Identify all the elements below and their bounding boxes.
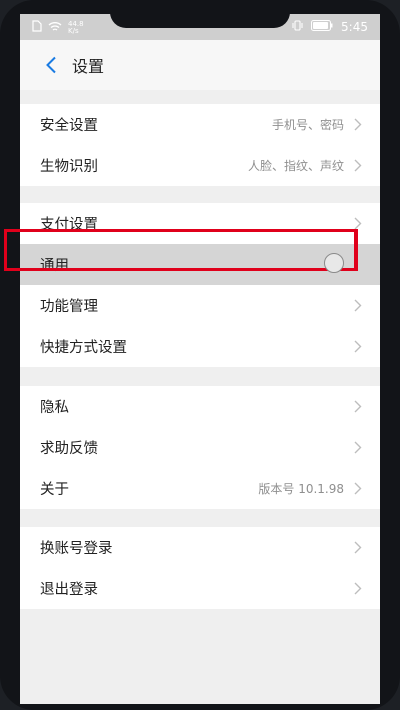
- chevron-right-icon: [354, 441, 364, 455]
- row-value: 手机号、密码: [271, 118, 344, 132]
- phone-frame: 44.8 K/s 5:45 设置 安全设置 手机号、密码 生物识别 人脸、指纹、…: [0, 0, 400, 710]
- battery-icon: [311, 20, 333, 34]
- row-label: 求助反馈: [40, 441, 98, 457]
- settings-row-payment[interactable]: 支付设置: [20, 203, 380, 244]
- settings-row-security[interactable]: 安全设置 手机号、密码: [20, 104, 380, 145]
- sim-icon: [32, 20, 42, 35]
- row-label: 关于: [40, 482, 69, 498]
- chevron-right-icon: [354, 340, 364, 354]
- section-about: 隐私 求助反馈 关于 版本号 10.1.98: [20, 386, 380, 509]
- chevron-right-icon: [354, 482, 364, 496]
- settings-screen: 44.8 K/s 5:45 设置 安全设置 手机号、密码 生物识别 人脸、指纹、…: [20, 14, 380, 704]
- back-button[interactable]: [36, 50, 66, 80]
- wifi-icon: [48, 21, 62, 35]
- row-label: 通用: [40, 258, 69, 274]
- chevron-right-icon: [354, 217, 364, 231]
- vibrate-icon: [292, 20, 303, 34]
- status-left: 44.8 K/s: [32, 20, 84, 35]
- row-label: 安全设置: [40, 118, 98, 134]
- status-bar: 44.8 K/s 5:45: [20, 14, 380, 40]
- chevron-right-icon: [354, 582, 364, 596]
- row-label: 快捷方式设置: [40, 340, 127, 356]
- settings-row-switch-account[interactable]: 换账号登录: [20, 527, 380, 568]
- section-account: 换账号登录 退出登录: [20, 527, 380, 609]
- section-security: 安全设置 手机号、密码 生物识别 人脸、指纹、声纹: [20, 104, 380, 186]
- row-value: 人脸、指纹、声纹: [247, 159, 344, 173]
- section-general: 支付设置 通用 功能管理 快捷方式设置: [20, 203, 380, 367]
- chevron-right-icon: [354, 400, 364, 414]
- row-label: 支付设置: [40, 217, 98, 233]
- row-value: 版本号 10.1.98: [258, 482, 344, 496]
- settings-row-about[interactable]: 关于 版本号 10.1.98: [20, 468, 380, 509]
- touch-indicator: [324, 253, 344, 273]
- settings-row-logout[interactable]: 退出登录: [20, 568, 380, 609]
- clock: 5:45: [341, 20, 368, 34]
- page-title: 设置: [72, 57, 105, 76]
- row-label: 隐私: [40, 400, 69, 416]
- settings-row-features[interactable]: 功能管理: [20, 285, 380, 326]
- row-label: 功能管理: [40, 299, 98, 315]
- network-speed: 44.8 K/s: [68, 19, 84, 35]
- top-bar: 设置: [20, 40, 380, 90]
- row-label: 退出登录: [40, 582, 98, 598]
- chevron-right-icon: [354, 299, 364, 313]
- camera-notch: [110, 14, 290, 28]
- row-label: 生物识别: [40, 159, 98, 175]
- status-right: 5:45: [292, 20, 368, 34]
- row-label: 换账号登录: [40, 541, 113, 557]
- chevron-right-icon: [354, 541, 364, 555]
- settings-row-biometrics[interactable]: 生物识别 人脸、指纹、声纹: [20, 145, 380, 186]
- chevron-left-icon: [46, 56, 56, 74]
- settings-row-privacy[interactable]: 隐私: [20, 386, 380, 427]
- chevron-right-icon: [354, 118, 364, 132]
- settings-row-help[interactable]: 求助反馈: [20, 427, 380, 468]
- settings-row-shortcuts[interactable]: 快捷方式设置: [20, 326, 380, 367]
- chevron-right-icon: [354, 159, 364, 173]
